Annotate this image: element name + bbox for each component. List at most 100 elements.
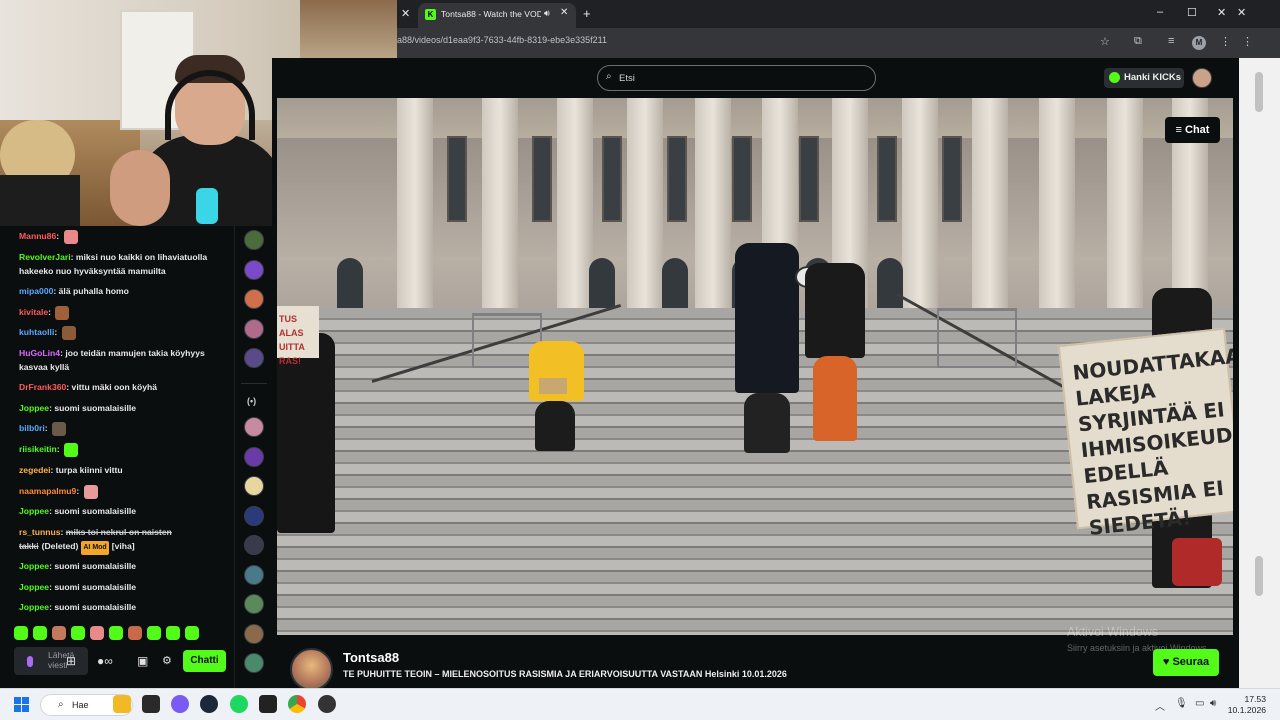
chat-username[interactable]: kivitale [19, 307, 48, 317]
followed-channel-avatar[interactable] [244, 653, 264, 673]
followed-channel-avatar[interactable] [244, 624, 264, 644]
followed-channel-avatar[interactable] [244, 260, 264, 280]
get-kicks-button[interactable]: Hanki KICKs [1104, 68, 1184, 88]
obs-icon[interactable] [318, 695, 336, 713]
chat-message: kuhtaolli: [19, 325, 229, 340]
followed-channel-avatar[interactable] [244, 319, 264, 339]
chat-username[interactable]: Joppee [19, 582, 49, 592]
emote-icon[interactable] [71, 626, 85, 640]
close-icon[interactable]: ✕ [401, 7, 410, 20]
tray-chevron-icon[interactable]: ︿ [1155, 698, 1165, 713]
chat-username[interactable]: Mannu86 [19, 231, 56, 241]
chrome-icon[interactable] [288, 695, 306, 713]
arched-window [589, 258, 615, 308]
points-icon[interactable]: ●∞ [97, 654, 113, 668]
emote-picker-icon[interactable]: ⊞ [66, 654, 76, 668]
followed-channel-avatar[interactable] [244, 506, 264, 526]
emote-icon[interactable] [14, 626, 28, 640]
close-icon[interactable]: ✕ [1237, 6, 1246, 19]
chat-settings-icon[interactable]: ⚙ [162, 654, 172, 667]
followed-channel-avatar[interactable] [244, 447, 264, 467]
chat-username[interactable]: kuhtaolli [19, 327, 54, 337]
gift-icon[interactable]: ▣ [137, 654, 148, 668]
maximize-icon[interactable]: ☐ [1187, 6, 1197, 19]
emote-icon[interactable] [33, 626, 47, 640]
emote-icon[interactable] [185, 626, 199, 640]
followed-channel-avatar[interactable] [244, 417, 264, 437]
emote-icon[interactable] [52, 626, 66, 640]
menu-kebab-icon[interactable]: ⋮ [1242, 35, 1253, 48]
send-chat-button[interactable]: Chatti [183, 650, 226, 672]
steam-icon[interactable] [200, 695, 218, 713]
emote-icon[interactable] [128, 626, 142, 640]
chat-username[interactable]: Joppee [19, 602, 49, 612]
followed-channel-avatar[interactable] [244, 565, 264, 585]
followed-channel-avatar[interactable] [244, 230, 264, 250]
chat-username[interactable]: DrFrank360 [19, 382, 66, 392]
chat-toggle-button[interactable]: ≡ Chat [1165, 117, 1220, 143]
new-tab-icon[interactable]: + [583, 6, 591, 21]
chat-username[interactable]: riisikeitin [19, 444, 57, 454]
arched-window [877, 258, 903, 308]
url-field[interactable]: a88/videos/d1eaa9f3-7633-44fb-8319-ebe3e… [397, 35, 607, 45]
chat-username[interactable]: naamapalmu9 [19, 486, 76, 496]
chat-username[interactable]: HuGoLin4 [19, 348, 60, 358]
follow-button[interactable]: ♥ Seuraa [1153, 649, 1219, 676]
windows-start-icon[interactable] [14, 697, 29, 712]
network-icon[interactable]: ▭ [1195, 698, 1204, 709]
chat-username[interactable]: zegedei [19, 465, 51, 475]
chat-username[interactable]: rs_tunnus [19, 527, 61, 537]
building-window [602, 136, 622, 222]
channel-name[interactable]: Tontsa88 [343, 650, 399, 665]
emote-icon[interactable] [166, 626, 180, 640]
chat-username[interactable]: RevolverJari [19, 252, 71, 262]
discord-icon[interactable] [171, 695, 189, 713]
tab-close-icon[interactable]: ✕ [560, 7, 568, 18]
media-control-icon[interactable]: ≡ [1168, 35, 1174, 47]
followed-channel-avatar[interactable] [244, 476, 264, 496]
speaker-icon[interactable]: 🔊︎ [544, 8, 550, 19]
search-icon: ⌕ [58, 699, 64, 710]
file-explorer-icon[interactable] [113, 695, 131, 713]
spotify-icon[interactable] [230, 695, 248, 713]
chat-username[interactable]: bilb0ri [19, 423, 45, 433]
microphone-icon[interactable]: 🎙︎ [1175, 698, 1188, 709]
chat-username[interactable]: mipa000 [19, 286, 53, 296]
webcam-cup [196, 188, 218, 224]
chat-input[interactable]: Lähetä viesti [14, 647, 88, 675]
chat-message: Joppee: suomi suomalaisille [19, 580, 229, 594]
app-icon[interactable] [259, 695, 277, 713]
emote-icon[interactable] [109, 626, 123, 640]
scrollbar-thumb[interactable] [1255, 72, 1263, 112]
chat-separator: : [48, 307, 54, 317]
chat-message: naamapalmu9: [19, 484, 229, 499]
microphone-icon[interactable] [27, 656, 33, 667]
emote-icon[interactable] [90, 626, 104, 640]
chat-username[interactable]: Joppee [19, 506, 49, 516]
building-column [1039, 98, 1075, 313]
page-scrollbar[interactable] [1239, 58, 1280, 688]
video-player[interactable]: NOUDATTAKAA LAKEJA SYRJINTÄÄ EI IHMISOIK… [277, 98, 1233, 635]
followed-channel-avatar[interactable] [244, 348, 264, 368]
followed-channel-avatar[interactable] [244, 289, 264, 309]
app-icon[interactable] [142, 695, 160, 713]
channel-avatar[interactable] [290, 648, 333, 691]
followed-channel-avatar[interactable] [244, 535, 264, 555]
chat-username[interactable]: Joppee [19, 403, 49, 413]
emote-icon[interactable] [147, 626, 161, 640]
volume-icon[interactable]: 🔊︎ [1210, 698, 1216, 709]
menu-kebab-icon[interactable]: ⋮ [1220, 35, 1231, 48]
taskbar-clock[interactable]: 17.53 10.1.2026 [1226, 694, 1266, 716]
user-avatar[interactable] [1192, 68, 1212, 88]
scrollbar-thumb[interactable] [1255, 556, 1263, 596]
followed-channel-avatar[interactable] [244, 594, 264, 614]
profile-avatar[interactable]: M [1192, 36, 1206, 50]
extensions-icon[interactable]: ⧉ [1134, 35, 1142, 48]
minimize-icon[interactable]: – [1157, 6, 1163, 18]
menu-lines-icon: ≡ [1175, 124, 1186, 136]
bookmark-star-icon[interactable]: ☆ [1100, 35, 1110, 48]
chat-username[interactable]: Joppee [19, 561, 49, 571]
search-input[interactable]: ⌕ Etsi [597, 65, 876, 91]
window-close-icon[interactable]: ✕ [1217, 6, 1226, 19]
browser-tab[interactable]: K Tontsa88 - Watch the VOD 🔊︎ ✕ [418, 3, 576, 28]
